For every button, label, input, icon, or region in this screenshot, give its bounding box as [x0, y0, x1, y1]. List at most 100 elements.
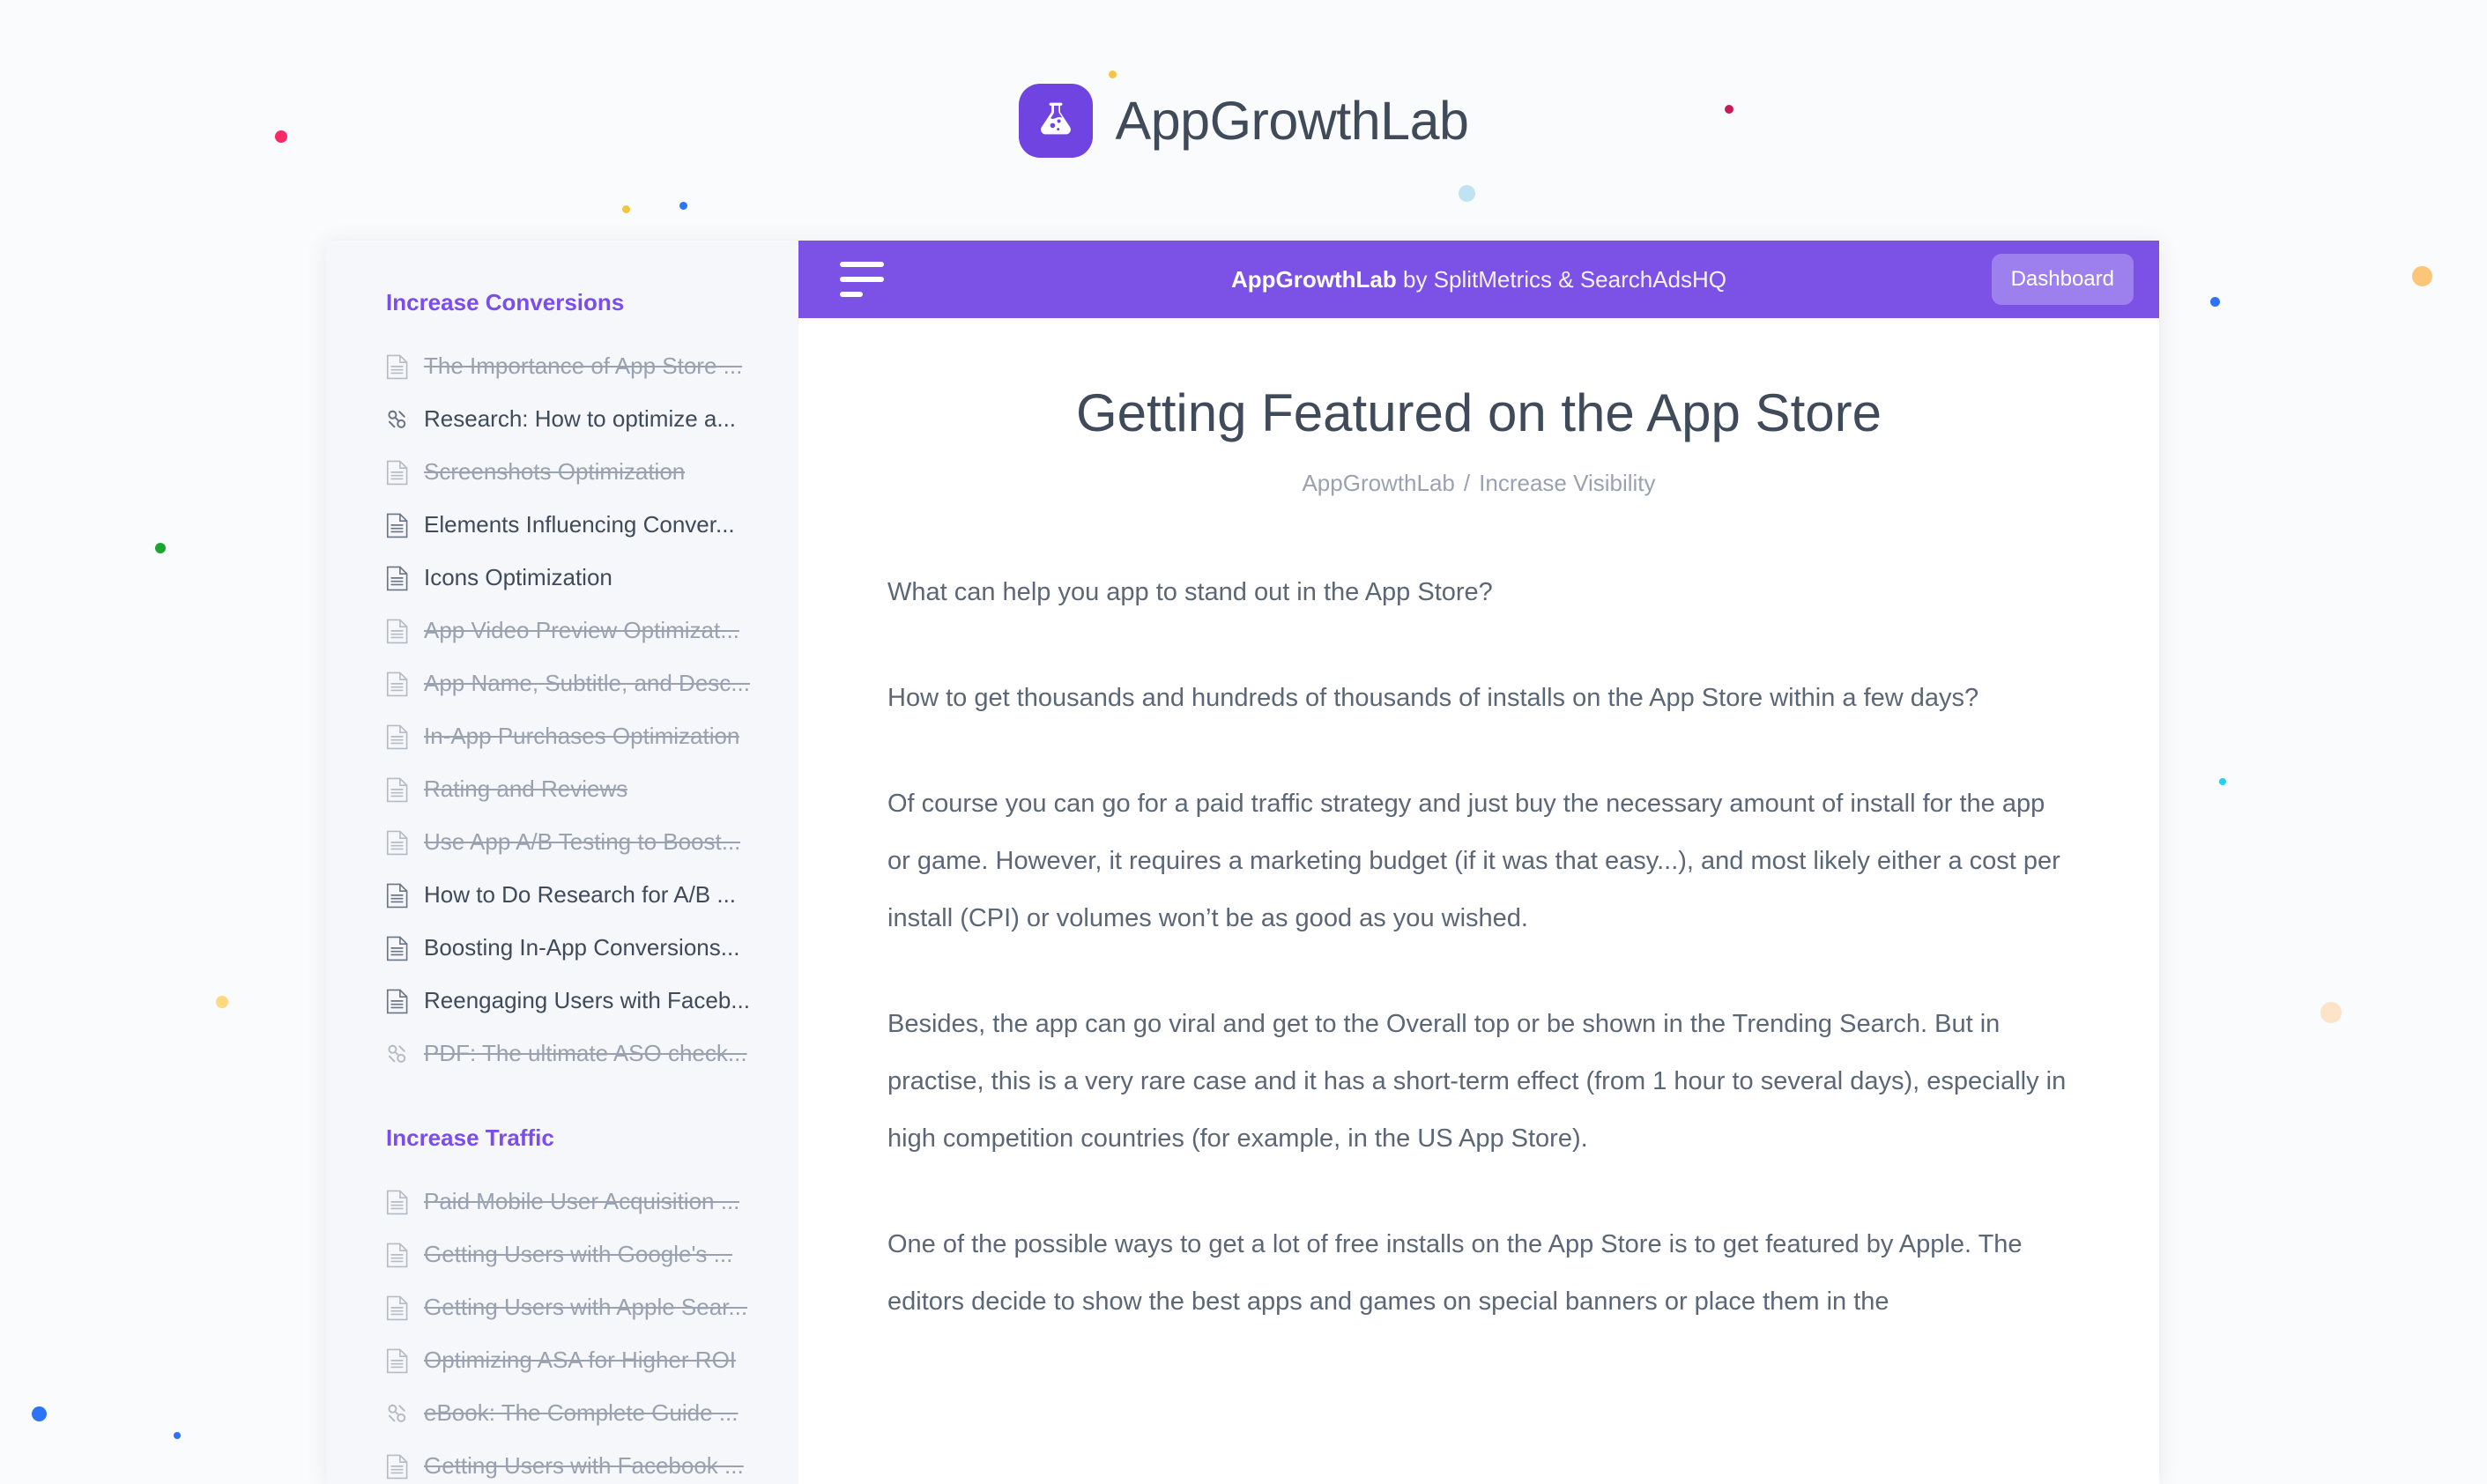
- sidebar-item[interactable]: Icons Optimization: [326, 552, 798, 605]
- sidebar-item-label: App Video Preview Optimizat...: [424, 617, 739, 644]
- flask-icon: [1018, 84, 1093, 158]
- sidebar: Increase Conversions The Importance of Ap…: [326, 241, 798, 1484]
- sidebar-item[interactable]: Boosting In-App Conversions...: [326, 922, 798, 975]
- sidebar-item-label: Reengaging Users with Faceb...: [424, 987, 750, 1014]
- document-icon: [386, 1348, 408, 1373]
- document-icon: [386, 1243, 408, 1267]
- sidebar-list: The Importance of App Store ... Research:…: [326, 340, 798, 1080]
- sidebar-item[interactable]: In-App Purchases Optimization: [326, 710, 798, 763]
- document-icon: [386, 724, 408, 749]
- app-window: Increase Conversions The Importance of Ap…: [326, 241, 2159, 1484]
- hamburger-line: [840, 262, 884, 267]
- document-icon: [386, 989, 408, 1013]
- page-title: Getting Featured on the App Store: [1076, 383, 1882, 442]
- link-icon: [388, 1044, 406, 1063]
- breadcrumb-current[interactable]: Increase Visibility: [1479, 470, 1655, 496]
- sidebar-group-title: Increase Conversions: [386, 289, 625, 315]
- breadcrumb: AppGrowthLab / Increase Visibility: [887, 470, 2070, 497]
- brand-header: AppGrowthLab: [0, 84, 2487, 158]
- sidebar-item-label: In-App Purchases Optimization: [424, 723, 740, 750]
- sidebar-item[interactable]: PDF: The ultimate ASO check...: [326, 1028, 798, 1080]
- sidebar-item-label: Getting Users with Facebook ...: [424, 1452, 744, 1480]
- sidebar-item-label: Icons Optimization: [424, 564, 612, 591]
- sidebar-item-label: How to Do Research for A/B ...: [424, 881, 737, 909]
- topbar-title: AppGrowthLab by SplitMetrics & SearchAds…: [798, 266, 2159, 293]
- breadcrumb-separator: /: [1463, 470, 1471, 496]
- sidebar-item-label: eBook: The Complete Guide ...: [424, 1399, 739, 1427]
- decorative-dot: [2411, 265, 2432, 286]
- sidebar-item[interactable]: App Name, Subtitle, and Desc...: [326, 657, 798, 710]
- decorative-dot: [155, 543, 166, 553]
- sidebar-item-label: Boosting In-App Conversions...: [424, 934, 740, 961]
- document-icon: [386, 936, 408, 961]
- sidebar-item-label: PDF: The ultimate ASO check...: [424, 1040, 747, 1067]
- decorative-dot: [31, 1406, 47, 1421]
- article-paragraphs: What can help you app to stand out in th…: [887, 564, 2070, 1331]
- sidebar-item-label: Getting Users with Google's ...: [424, 1241, 733, 1268]
- brand-name: AppGrowthLab: [1115, 90, 1469, 151]
- sidebar-item-label: Paid Mobile User Acquisition ...: [424, 1188, 740, 1215]
- article-paragraph: One of the possible ways to get a lot of…: [887, 1230, 2023, 1316]
- sidebar-item-label: Elements Influencing Conver...: [424, 511, 735, 538]
- sidebar-item[interactable]: Screenshots Optimization: [326, 446, 798, 499]
- sidebar-item[interactable]: How to Do Research for A/B ...: [326, 869, 798, 922]
- sidebar-item[interactable]: Research: How to optimize a...: [326, 393, 798, 446]
- decorative-dot: [1108, 70, 1117, 78]
- sidebar-group: Increase Traffic Paid Mobile User Acquisi…: [326, 1124, 798, 1484]
- sidebar-item[interactable]: Optimizing ASA for Higher ROI: [326, 1334, 798, 1387]
- breadcrumb-root[interactable]: AppGrowthLab: [1302, 470, 1454, 496]
- hamburger-menu-icon[interactable]: [840, 259, 884, 300]
- sidebar-item-label: Research: How to optimize a...: [424, 405, 737, 433]
- sidebar-item[interactable]: The Importance of App Store ...: [326, 340, 798, 393]
- article-body: Getting Featured on the App Store AppGro…: [798, 318, 2159, 1484]
- decorative-dot: [2219, 778, 2226, 785]
- document-icon: [386, 883, 408, 908]
- sidebar-item-label: Use App A/B Testing to Boost...: [424, 828, 741, 856]
- document-icon: [386, 830, 408, 855]
- document-icon: [386, 672, 408, 696]
- hamburger-line: [840, 292, 863, 297]
- sidebar-item[interactable]: eBook: The Complete Guide ...: [326, 1387, 798, 1440]
- decorative-dot: [216, 996, 228, 1008]
- sidebar-item[interactable]: Reengaging Users with Faceb...: [326, 975, 798, 1028]
- document-icon: [386, 1454, 408, 1479]
- decorative-dot: [174, 1432, 181, 1439]
- sidebar-item[interactable]: Getting Users with Google's ...: [326, 1228, 798, 1281]
- main-panel: AppGrowthLab by SplitMetrics & SearchAds…: [798, 241, 2159, 1484]
- sidebar-item[interactable]: Getting Users with Apple Sear...: [326, 1281, 798, 1334]
- decorative-dot: [621, 204, 630, 213]
- document-icon: [386, 566, 408, 590]
- article-paragraph: Of course you can go for a paid traffic …: [887, 790, 2060, 932]
- article-paragraph: How to get thousands and hundreds of tho…: [887, 684, 1979, 712]
- dashboard-button[interactable]: Dashboard: [1991, 254, 2134, 305]
- hamburger-line: [840, 277, 884, 282]
- sidebar-item[interactable]: Paid Mobile User Acquisition ...: [326, 1176, 798, 1228]
- document-icon: [386, 354, 408, 379]
- sidebar-group-title: Increase Traffic: [386, 1124, 554, 1151]
- article-paragraph: Besides, the app can go viral and get to…: [887, 1010, 2067, 1153]
- top-bar: AppGrowthLab by SplitMetrics & SearchAds…: [798, 241, 2159, 318]
- sidebar-list: Paid Mobile User Acquisition ... Getting …: [326, 1176, 798, 1484]
- document-icon: [386, 777, 408, 802]
- sidebar-group: Increase Conversions The Importance of Ap…: [326, 289, 798, 1080]
- document-icon: [386, 1295, 408, 1320]
- sidebar-item[interactable]: Getting Users with Facebook ...: [326, 1440, 798, 1484]
- topbar-title-brand: AppGrowthLab: [1231, 265, 1397, 293]
- sidebar-item[interactable]: Use App A/B Testing to Boost...: [326, 816, 798, 869]
- decorative-dot: [2320, 1002, 2342, 1023]
- sidebar-item[interactable]: Rating and Reviews: [326, 763, 798, 816]
- sidebar-item[interactable]: App Video Preview Optimizat...: [326, 605, 798, 657]
- sidebar-item-label: App Name, Subtitle, and Desc...: [424, 670, 750, 697]
- sidebar-item[interactable]: Elements Influencing Conver...: [326, 499, 798, 552]
- decorative-dot: [2209, 296, 2220, 307]
- sidebar-item-label: Optimizing ASA for Higher ROI: [424, 1347, 737, 1374]
- topbar-title-suffix: by SplitMetrics & SearchAdsHQ: [1396, 265, 1726, 293]
- decorative-dot: [1458, 184, 1475, 202]
- article-paragraph: What can help you app to stand out in th…: [887, 578, 1493, 606]
- link-icon: [388, 1404, 406, 1422]
- link-icon: [388, 410, 406, 428]
- sidebar-item-label: Screenshots Optimization: [424, 458, 686, 486]
- document-icon: [386, 1190, 408, 1214]
- document-icon: [386, 619, 408, 643]
- document-icon: [386, 513, 408, 538]
